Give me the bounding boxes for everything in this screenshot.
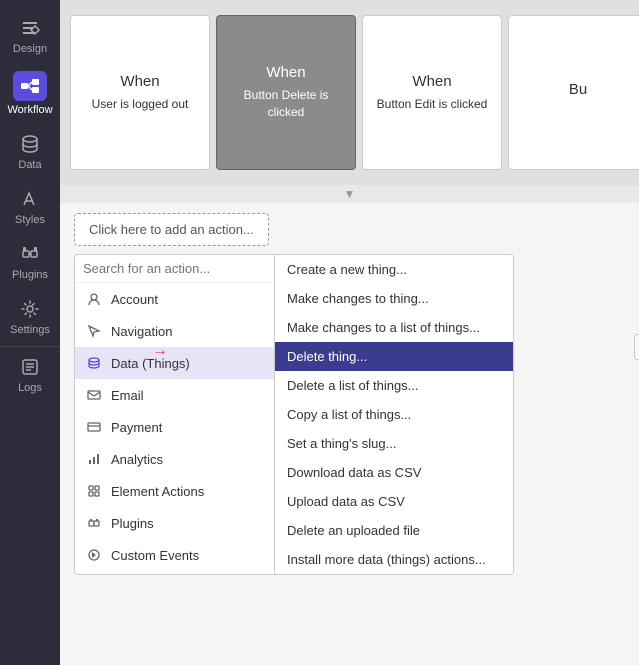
right-menu-item-5[interactable]: Copy a list of things... bbox=[275, 400, 513, 429]
person-icon bbox=[85, 290, 103, 308]
wf-card-desc-1: Button Delete is clicked bbox=[227, 87, 345, 121]
menu-item-label: Data (Things) bbox=[111, 356, 190, 371]
right-menu-item-label: Create a new thing... bbox=[287, 262, 407, 277]
right-menu-item-label: Download data as CSV bbox=[287, 465, 421, 480]
right-menu-item-label: Install more data (things) actions... bbox=[287, 552, 486, 567]
sidebar-item-data[interactable]: Data bbox=[0, 124, 60, 179]
right-menu-item-label: Copy a list of things... bbox=[287, 407, 411, 422]
right-menu-item-3[interactable]: Delete thing... bbox=[275, 342, 513, 371]
sidebar-item-label: Settings bbox=[10, 324, 50, 336]
sidebar-item-label: Workflow bbox=[7, 104, 52, 116]
sidebar-item-label: Plugins bbox=[12, 269, 48, 281]
plugins-icon bbox=[18, 242, 42, 266]
sidebar-item-styles[interactable]: Styles bbox=[0, 179, 60, 234]
action-dropdown: Account Navigation bbox=[74, 254, 625, 575]
wf-card-when-1: When bbox=[266, 64, 305, 81]
add-action-button[interactable]: Click here to add an action... bbox=[74, 213, 269, 246]
sidebar-item-label: Design bbox=[13, 43, 47, 55]
workflow-card-0[interactable]: When User is logged out bbox=[70, 15, 210, 170]
sidebar-item-workflow[interactable]: Workflow bbox=[0, 63, 60, 124]
plugins-menu-icon bbox=[85, 514, 103, 532]
menu-item-label: Account bbox=[111, 292, 158, 307]
workflow-icon-bg bbox=[13, 71, 47, 101]
wf-card-desc-2: Button Edit is clicked bbox=[377, 96, 488, 113]
wf-card-when-2: When bbox=[412, 73, 451, 90]
right-menu-item-label: Delete a list of things... bbox=[287, 378, 419, 393]
sidebar: Design Workflow Data bbox=[0, 0, 60, 665]
navigation-icon bbox=[85, 322, 103, 340]
menu-item-label: Custom Events bbox=[111, 548, 199, 563]
right-menu-item-1[interactable]: Make changes to thing... bbox=[275, 284, 513, 313]
right-menu-item-10[interactable]: Install more data (things) actions... bbox=[275, 545, 513, 574]
logs-icon bbox=[18, 355, 42, 379]
email-icon bbox=[85, 386, 103, 404]
right-menu-item-label: Upload data as CSV bbox=[287, 494, 405, 509]
right-menu-item-label: Set a thing's slug... bbox=[287, 436, 396, 451]
menu-item-plugins[interactable]: Plugins bbox=[75, 507, 274, 539]
left-menu-panel: Account Navigation bbox=[74, 254, 274, 575]
right-menu-item-8[interactable]: Upload data as CSV bbox=[275, 487, 513, 516]
workflow-card-2[interactable]: When Button Edit is clicked bbox=[362, 15, 502, 170]
right-menu-item-label: Delete thing... bbox=[287, 349, 367, 364]
right-menu-item-label: Make changes to a list of things... bbox=[287, 320, 480, 335]
database-icon bbox=[85, 354, 103, 372]
right-menu-item-4[interactable]: Delete a list of things... bbox=[275, 371, 513, 400]
right-menu-item-label: Delete an uploaded file bbox=[287, 523, 420, 538]
menu-item-custom-events[interactable]: Custom Events bbox=[75, 539, 274, 571]
menu-item-label: Element Actions bbox=[111, 484, 204, 499]
element-icon bbox=[85, 482, 103, 500]
right-menu-item-2[interactable]: Make changes to a list of things... bbox=[275, 313, 513, 342]
analytics-icon bbox=[85, 450, 103, 468]
menu-item-payment[interactable]: Payment bbox=[75, 411, 274, 443]
see-reference-button[interactable]: ? See reference → bbox=[634, 334, 639, 360]
sidebar-item-label: Data bbox=[18, 159, 41, 171]
menu-item-analytics[interactable]: Analytics bbox=[75, 443, 274, 475]
wf-card-when-3: Bu bbox=[569, 81, 587, 98]
menu-item-email[interactable]: Email bbox=[75, 379, 274, 411]
right-menu-item-9[interactable]: Delete an uploaded file bbox=[275, 516, 513, 545]
workflow-cards-area: When User is logged out When Button Dele… bbox=[60, 0, 639, 185]
sidebar-item-logs[interactable]: Logs bbox=[0, 347, 60, 402]
menu-item-label: Navigation bbox=[111, 324, 172, 339]
menu-item-element-actions[interactable]: Element Actions bbox=[75, 475, 274, 507]
sidebar-item-plugins[interactable]: Plugins bbox=[0, 234, 60, 289]
right-menu-item-label: Make changes to thing... bbox=[287, 291, 429, 306]
workflow-card-3[interactable]: Bu bbox=[508, 15, 639, 170]
sidebar-item-design[interactable]: Design bbox=[0, 8, 60, 63]
menu-item-account[interactable]: Account bbox=[75, 283, 274, 315]
right-menu-item-7[interactable]: Download data as CSV bbox=[275, 458, 513, 487]
right-menu-panel: Create a new thing... Make changes to th… bbox=[274, 254, 514, 575]
sidebar-item-settings[interactable]: Settings bbox=[0, 289, 60, 344]
sidebar-item-label: Logs bbox=[18, 382, 42, 394]
wf-card-when-0: When bbox=[120, 73, 159, 90]
down-arrow bbox=[60, 185, 639, 203]
right-menu-item-0[interactable]: Create a new thing... bbox=[275, 255, 513, 284]
menu-item-navigation[interactable]: Navigation bbox=[75, 315, 274, 347]
menu-item-label: Payment bbox=[111, 420, 162, 435]
action-area: Click here to add an action... Account bbox=[60, 203, 639, 665]
design-icon bbox=[18, 16, 42, 40]
menu-item-label: Analytics bbox=[111, 452, 163, 467]
main-content: When User is logged out When Button Dele… bbox=[60, 0, 639, 665]
menu-item-label: Plugins bbox=[111, 516, 154, 531]
search-input[interactable] bbox=[83, 261, 266, 276]
menu-item-data-things[interactable]: Data (Things) bbox=[75, 347, 274, 379]
settings-icon bbox=[18, 297, 42, 321]
workflow-card-1[interactable]: When Button Delete is clicked bbox=[216, 15, 356, 170]
styles-icon bbox=[18, 187, 42, 211]
wf-card-desc-0: User is logged out bbox=[92, 96, 189, 113]
events-icon bbox=[85, 546, 103, 564]
right-menu-item-6[interactable]: Set a thing's slug... bbox=[275, 429, 513, 458]
sidebar-item-label: Styles bbox=[15, 214, 45, 226]
data-icon bbox=[18, 132, 42, 156]
payment-icon bbox=[85, 418, 103, 436]
search-row bbox=[75, 255, 274, 283]
menu-item-label: Email bbox=[111, 388, 144, 403]
